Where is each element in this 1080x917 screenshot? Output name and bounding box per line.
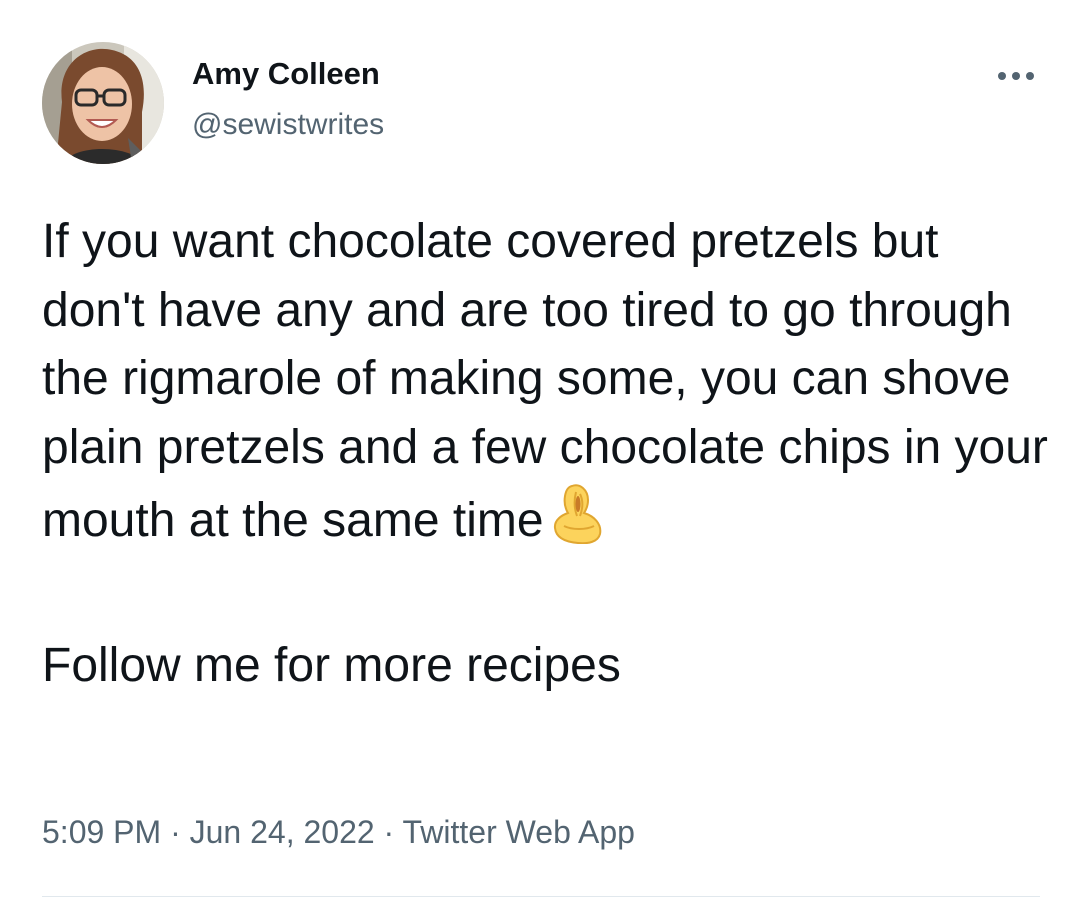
tweet-text: If you want chocolate covered pretzels b… (42, 208, 1052, 701)
tweet-time[interactable]: 5:09 PM (42, 814, 161, 850)
more-options-button[interactable] (986, 58, 1046, 94)
avatar-photo-icon (42, 42, 164, 164)
tweet-paragraph: Follow me for more recipes (42, 639, 621, 692)
more-horizontal-icon (998, 72, 1034, 80)
author-display-name[interactable]: Amy Colleen (192, 56, 380, 92)
pinched-fingers-emoji-icon (550, 482, 606, 564)
tweet-date[interactable]: Jun 24, 2022 (190, 814, 375, 850)
tweet-paragraph: If you want chocolate covered pretzels b… (42, 208, 1052, 564)
divider (42, 896, 1040, 897)
tweet-metadata: 5:09 PM · Jun 24, 2022 · Twitter Web App (42, 812, 635, 852)
tweet-source[interactable]: Twitter Web App (403, 814, 635, 850)
tweet-body-text: If you want chocolate covered pretzels b… (42, 215, 1048, 547)
tweet-card: Amy Colleen @sewistwrites If you want ch… (0, 0, 1080, 917)
meta-separator: · (170, 814, 181, 850)
author-handle[interactable]: @sewistwrites (192, 108, 384, 142)
meta-separator: · (383, 814, 395, 850)
author-avatar[interactable] (42, 42, 164, 164)
